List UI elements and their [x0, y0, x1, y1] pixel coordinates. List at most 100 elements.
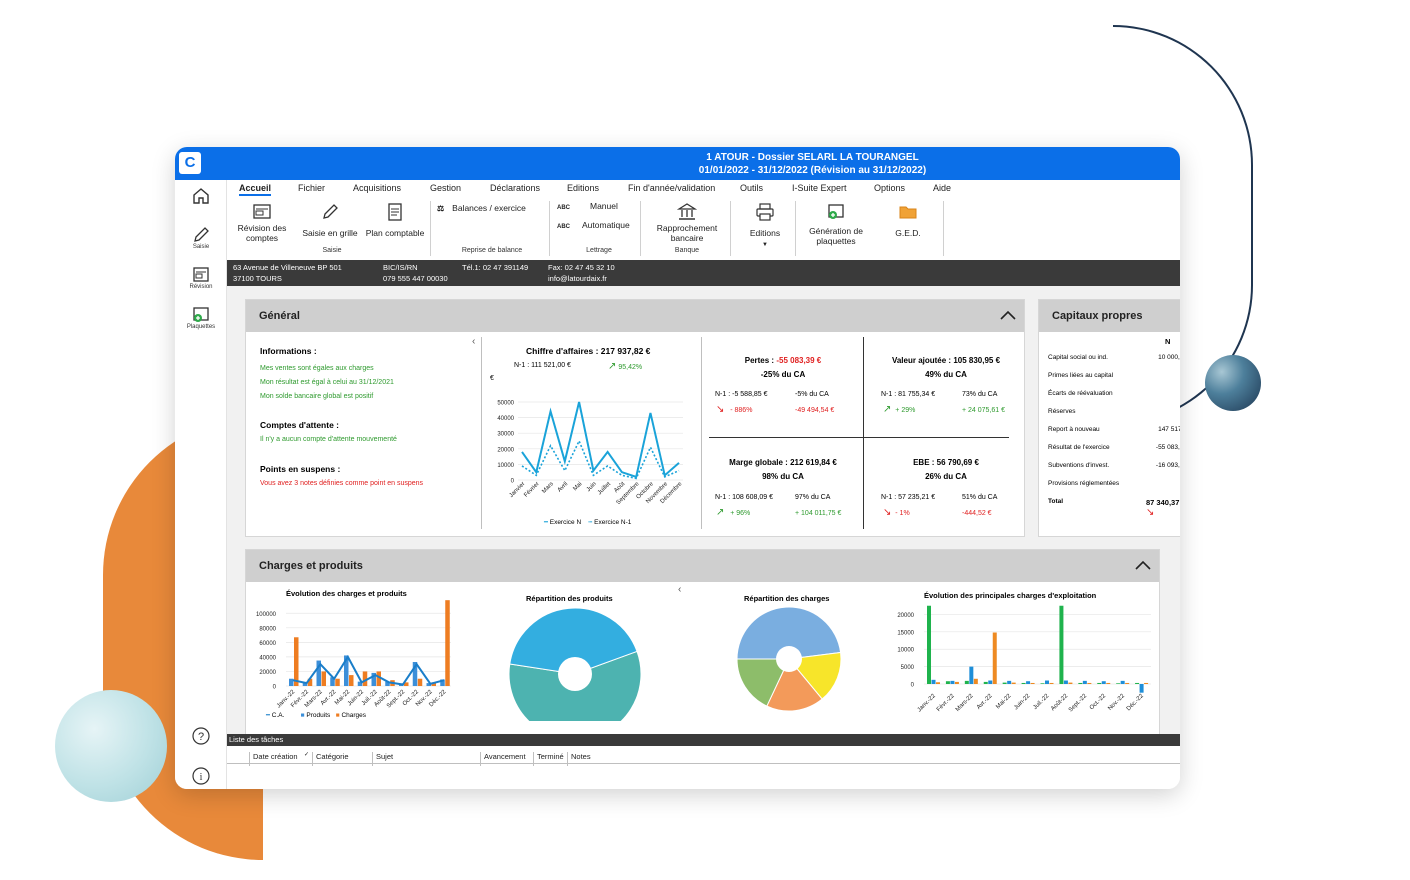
bar	[973, 678, 978, 684]
chevron-left-icon[interactable]: ‹	[678, 584, 681, 595]
x-tick-label: Juil.-22	[1032, 693, 1050, 711]
pencil-icon	[194, 227, 209, 242]
ged-button[interactable]: G.E.D.	[879, 203, 937, 238]
bar	[927, 605, 931, 684]
ca-title-row: Chiffre d'affaires : 217 937,82 €	[526, 346, 650, 356]
chart2-title: Répartition des produits	[526, 594, 613, 603]
menu-aide[interactable]: Aide	[933, 183, 951, 193]
menu-acquisitions[interactable]: Acquisitions	[353, 183, 401, 193]
trend-down-icon: ↘	[716, 404, 725, 415]
mg-title: Marge globale :	[729, 458, 788, 467]
printer-icon	[756, 203, 774, 221]
group-reprise-label: Reprise de balance	[461, 247, 523, 254]
capitaux-row-value: -55 083,39	[1155, 444, 1180, 451]
plan-comptable-button[interactable]: Plan comptable	[363, 203, 427, 238]
capitaux-panel-title: Capitaux propres	[1052, 310, 1143, 322]
charges-exploitation-chart: 0 5000 10000 15000 20000 Janv.-22 Févr.-22 Mars…	[897, 605, 1151, 714]
ca-pct: 95,42%	[618, 364, 643, 371]
bar	[445, 600, 450, 686]
abc-check-icon: ABC	[557, 224, 570, 230]
trend-down-icon: ↘	[883, 507, 892, 518]
bar	[1059, 605, 1064, 684]
collapse-chevron-icon[interactable]	[1133, 556, 1153, 576]
menu-accueil[interactable]: Accueil	[239, 183, 272, 196]
siret-text: 079 555 447 00030	[383, 274, 448, 283]
chart3-title: Répartition des charges	[744, 594, 830, 603]
y-tick-label: 30000	[497, 432, 514, 438]
menu-gestion[interactable]: Gestion	[430, 183, 461, 193]
capitaux-total-label: Total	[1048, 498, 1064, 505]
col-sujet[interactable]: Sujet	[372, 752, 393, 766]
generation-plaquettes-button[interactable]: Génération de plaquettes	[803, 203, 869, 246]
charges-panel-header: Charges et produits	[246, 550, 1159, 582]
tasks-header: Liste des tâches	[227, 734, 1180, 746]
sidebar-item-saisie[interactable]: Saisie	[175, 226, 227, 250]
donut-hole	[558, 657, 592, 691]
y-tick-label: 20000	[259, 670, 276, 676]
legend-produits: Produits	[306, 712, 331, 719]
kpi-divider-v	[863, 337, 864, 529]
x-tick-label: Janv.-22	[917, 693, 938, 714]
menu-declarations[interactable]: Déclarations	[490, 183, 540, 193]
x-tick-label: Mai-22	[995, 693, 1013, 711]
sidebar-item-help[interactable]: ?	[175, 726, 227, 746]
bar	[1040, 683, 1045, 684]
menu-editions[interactable]: Editions	[567, 183, 599, 193]
ribbon: Révision des comptes Saisie en grille Pl…	[227, 197, 1180, 260]
general-panel: Général Informations : Mes ventes sont é…	[245, 299, 1025, 537]
balances-button[interactable]: ⚖ Balances / exercice	[437, 203, 542, 213]
email-link[interactable]: info@latourdaix.fr	[548, 273, 607, 284]
mg-var: + 96%	[730, 510, 751, 517]
ebe-var: - 1%	[895, 510, 910, 517]
chevron-left-icon[interactable]: ‹	[472, 336, 475, 347]
bar	[950, 680, 955, 684]
y-tick-label: 50000	[497, 401, 514, 407]
menu-fin-annee[interactable]: Fin d'année/validation	[628, 183, 715, 193]
capitaux-row-value: -	[1147, 372, 1180, 379]
collapse-chevron-icon[interactable]	[998, 306, 1018, 326]
y-tick-label: 80000	[259, 626, 276, 632]
col-termine[interactable]: Terminé	[533, 752, 564, 766]
balance-icon: ⚖	[437, 204, 445, 213]
x-tick-label: Avr.-22	[976, 693, 994, 711]
menu-outils[interactable]: Outils	[740, 183, 763, 193]
plaquettes-icon	[193, 307, 209, 322]
menu-options[interactable]: Options	[874, 183, 905, 193]
ca-pct-row: ↗ 95,42%	[608, 361, 642, 372]
address-line-1: 63 Avenue de Villeneuve BP 501	[233, 263, 342, 272]
y-tick-label: 20000	[897, 613, 914, 619]
lettrage-manuel-button[interactable]: ABC Manuel	[557, 201, 627, 211]
menu-isuite[interactable]: I-Suite Expert	[792, 183, 847, 193]
bar	[936, 682, 940, 684]
menu-fichier[interactable]: Fichier	[298, 183, 325, 193]
x-tick-label: Mars	[541, 481, 555, 495]
trend-down-icon: ↘	[1146, 507, 1155, 518]
capitaux-total-value: 87 340,37	[1146, 498, 1180, 507]
mg-diff: + 104 011,75 €	[795, 510, 842, 517]
bar	[289, 678, 294, 686]
saisie-grille-button[interactable]: Saisie en grille	[299, 203, 361, 238]
sidebar-item-revision[interactable]: Révision	[175, 266, 227, 290]
ebe-value: 56 790,69 €	[936, 458, 979, 467]
ebe-n1-pct: 51% du CA	[962, 494, 998, 501]
sidebar-item-plaquettes[interactable]: Plaquettes	[175, 306, 227, 330]
sidebar-item-info[interactable]: i	[175, 766, 227, 786]
svg-text:i: i	[200, 772, 203, 783]
charges-panel: Charges et produits Évolution des charge…	[245, 549, 1160, 734]
capitaux-row-value: -	[1147, 408, 1180, 415]
bar	[988, 680, 993, 684]
bar	[335, 678, 340, 686]
col-notes[interactable]: Notes	[567, 752, 591, 766]
lettrage-auto-button[interactable]: ABC Automatique	[557, 220, 637, 230]
sidebar-item-home[interactable]	[175, 186, 227, 206]
bar	[294, 637, 299, 686]
pertes-title: Pertes :	[744, 356, 775, 365]
rapprochement-button[interactable]: Rapprochement bancaire	[651, 203, 723, 243]
ca-value: 217 937,82 €	[600, 346, 651, 356]
col-categorie[interactable]: Catégorie	[312, 752, 349, 766]
col-avancement[interactable]: Avancement	[480, 752, 526, 766]
editions-button[interactable]: Editions ▼	[743, 203, 787, 248]
y-tick-label: 40000	[259, 655, 276, 661]
col-date-creation[interactable]: Date création	[249, 752, 298, 766]
revision-comptes-button[interactable]: Révision des comptes	[233, 203, 291, 243]
